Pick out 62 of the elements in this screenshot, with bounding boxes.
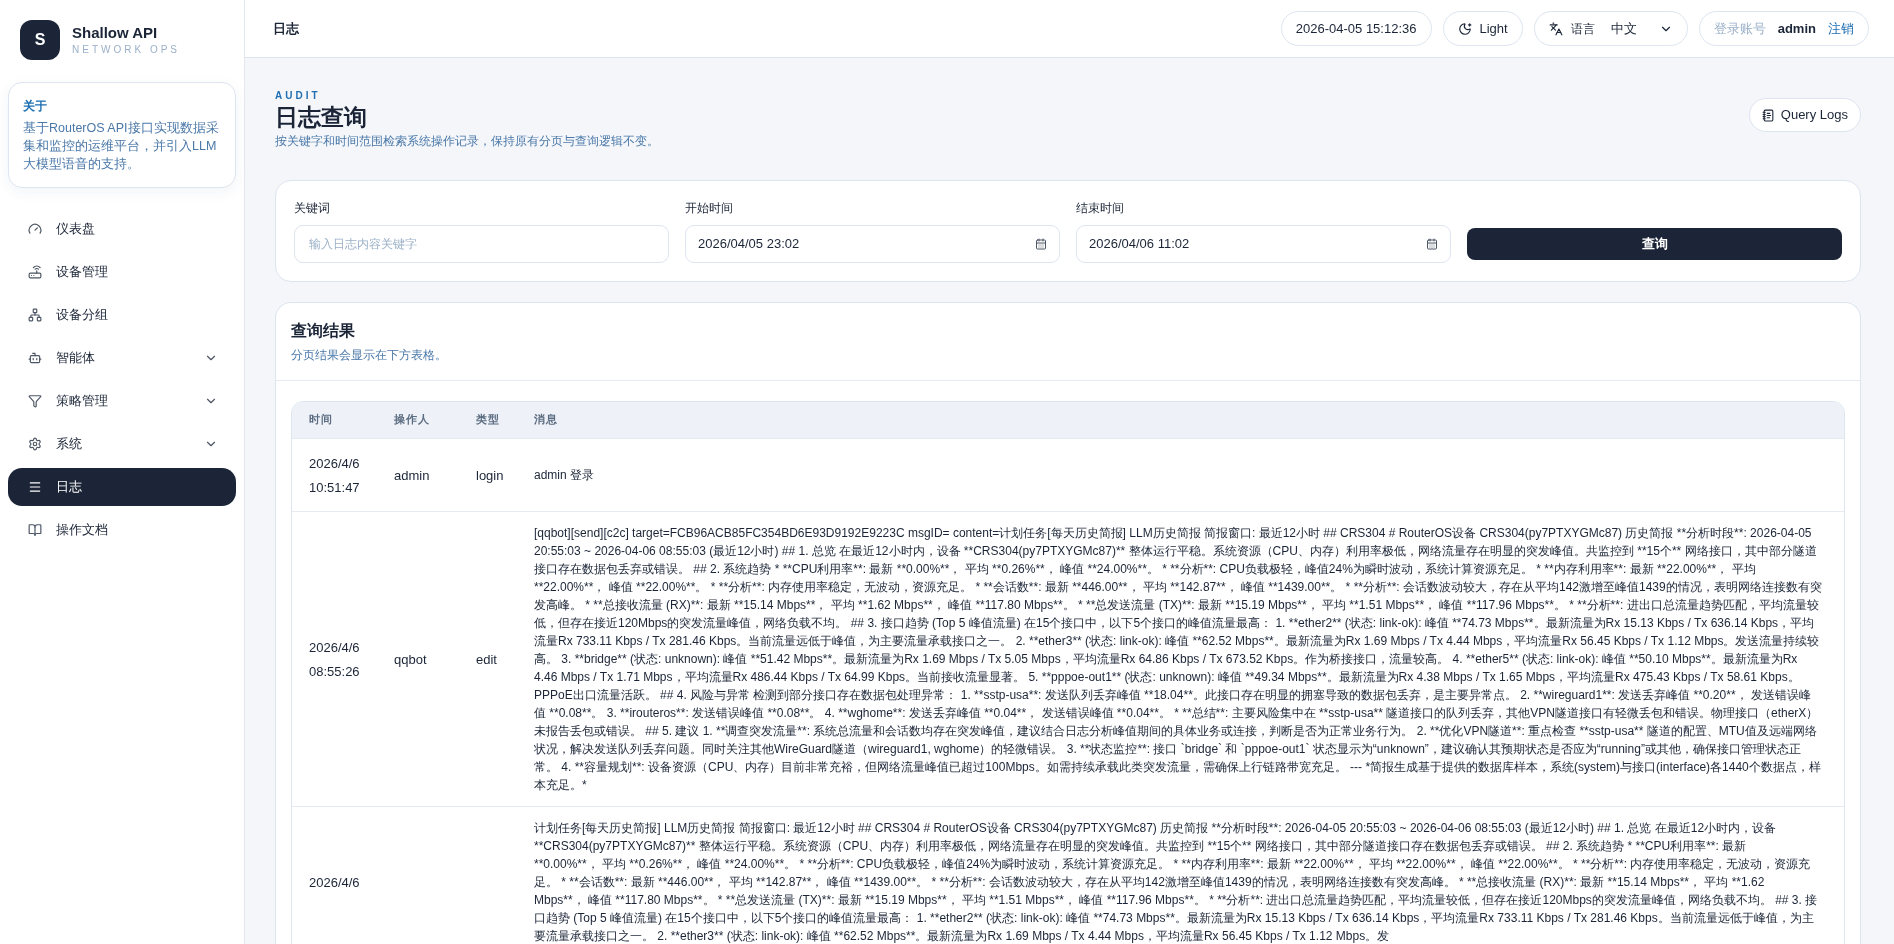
account-name: admin	[1777, 19, 1816, 38]
search-button[interactable]: 查询	[1467, 228, 1842, 260]
message-cell-text: admin 登录	[534, 466, 596, 484]
operator-cell: qqbot	[394, 651, 427, 667]
date-field[interactable]: 2026/04/05 23:02	[685, 225, 1060, 263]
nav-item[interactable]: 智能体	[8, 339, 236, 377]
brand-tagline: NETWORK OPS	[72, 43, 180, 57]
book-icon	[28, 523, 42, 537]
nav-item[interactable]: 系统	[8, 425, 236, 463]
nav-item[interactable]: 日志	[8, 468, 236, 506]
notebook-icon	[1761, 108, 1775, 122]
about-text: 基于RouterOS API接口实现数据采集和监控的运维平台，并引入LLM大模型语音的支持。	[23, 120, 220, 173]
language-value: 中文	[1610, 19, 1638, 38]
datetime-display: 2026-04-05 15:12:36	[1280, 11, 1432, 46]
settings-icon	[28, 437, 42, 451]
keyword-field[interactable]: 输入日志内容关键字	[294, 225, 669, 263]
field-label: 关键词	[294, 200, 331, 217]
page-subtitle: 按关键字和时间范围检索系统操作记录，保持原有分页与查询逻辑不变。	[275, 133, 660, 150]
operator-cell: admin	[394, 467, 430, 483]
robot-icon	[28, 351, 42, 365]
type-cell: login	[476, 467, 504, 483]
filter-icon	[28, 394, 42, 408]
menu-icon	[28, 480, 42, 494]
field-label: 开始时间	[685, 200, 734, 217]
gauge-icon	[28, 222, 42, 236]
column-header: 类型	[476, 402, 534, 439]
nav-item[interactable]: 设备管理	[8, 253, 236, 291]
theme-toggle[interactable]: Light	[1442, 11, 1523, 46]
logout-link[interactable]: 注销	[1828, 18, 1854, 39]
page-eyebrow: AUDIT	[275, 90, 322, 102]
message-cell-text: 计划任务[每天历史简报] LLM历史简报 简报窗口: 最近12小时 ## CRS304 # RouterOS设备 CRS304(py7PTXYGMc87) 历史简报 **分析时段**: 2026-04-05 20:55:03 ~ 2026-04-06 08:55:03 (最近12小时) ## 1. 总览 在最近12小时内，设备 **CRS304(py7PTXYGMc87)** 整体运行平稳。系统资源（CPU、内存）利用率极低，网络流量存在明显的突发峰值。共监控到 **15个** 网络接口，其中部分隧道接口存在数据包丢弃或错误。 ## 2. 系统趋势 * **CPU利用率**: 最新 **0.00%**， 平均 **0.26%**， 峰值 **24.00%**。 * **分析**: CPU负载极轻，峰值24%为瞬时波动，系统计算资源充足。 * **内存利用率**: 最新 **22.00%**， 平均 **22.00%**， 峰值 **22.00%**。 * **分析**: 内存使用率稳定，无波动，资源充足。 * **会话数**: 最新 **446.00**， 平均 **142.87**， 峰值 **1439.00**。 * **分析**: 会话数波动较大，存在从平均142激增至峰值1439的情况，表明网络连接数有突发高峰。 * **总接收流量 (RX)**: 最新 **15.14 Mbps**， 平均 **1.62 Mbps**， 峰值 **117.80 Mbps**。 * **总发送流量 (TX)**: 最新 **15.19 Mbps**， 平均 **1.51 Mbps**， 峰值 **117.96 Mbps**。 * **分析**: 进出口总流量趋势匹配，平均流量较低，但存在接近120Mbps的突发流量峰值，网络负载不均。 ## 3. 接口趋势 (Top 5 峰值流量) 在15个接口中，以下5个接口的峰值流量最高： 1. **ether2** (状态: link-ok): 峰值 **74.73 Mbps**。最新流量为Rx 15.13 Kbps / Tx 636.14 Kbps，平均流量Rx 733.11 Kbps / Tx 281.46 Kbps。当前流量远低于峰值，为主要流量承载接口之一。 2. **ether3** (状态: link-ok): 峰值 **62.52 Mbps**。最新流量为Rx 1.69 Mbps / Tx 4.44 Mbps，平均流量Rx 56.45 Kbps / Tx 1.12 Mbps。发	[534, 819, 1819, 944]
date-field[interactable]: 2026/04/06 11:02	[1076, 225, 1451, 263]
message-cell-text: [qqbot][send][c2c] target=FCB96ACB85FC354BD6E93D9192E9223C msgID= content=计划任务[每天历史简报] LLM历史简报 简报窗口: 最近12小时 ## CRS304 # RouterOS设备 CRS304(py7PTXYGMc87) 历史简报 **分析时段**: 2026-04-05 20:55:03 ~ 2026-04-06 08:55:03 (最近12小时) ## 1. 总览 在最近12小时内，设备 **CRS304(py7PTXYGMc87)** 整体运行平稳。系统资源（CPU、内存）利用率极低，网络流量存在明显的突发峰值。共监控到 **15个** 网络接口，其中部分隧道接口存在数据包丢弃或错误。 ## 2. 系统趋势 * **CPU利用率**: 最新 **0.00%**， 平均 **0.26%**， 峰值 **24.00%**。 * **分析**: CPU负载极轻，峰值24%为瞬时波动，系统计算资源充足。 * **内存利用率**: 最新 **22.00%**， 平均 **22.00%**， 峰值 **22.00%**。 * **分析**: 内存使用率稳定，无波动，资源充足。 * **会话数**: 最新 **446.00**， 平均 **142.87**， 峰值 **1439.00**。 * **分析**: 会话数波动较大，存在从平均142激增至峰值1439的情况，表明网络连接数有突发高峰。 * **总接收流量 (RX)**: 最新 **15.14 Mbps**， 平均 **1.62 Mbps**， 峰值 **117.80 Mbps**。 * **总发送流量 (TX)**: 最新 **15.19 Mbps**， 平均 **1.51 Mbps**， 峰值 **117.96 Mbps**。 * **分析**: 进出口总流量趋势匹配，平均流量较低，但存在接近120Mbps的突发流量峰值，网络负载不均。 ## 3. 接口趋势 (Top 5 峰值流量) 在15个接口中，以下5个接口的峰值流量最高： 1. **ether2** (状态: link-ok): 峰值 **74.73 Mbps**。最新流量为Rx 15.13 Kbps / Tx 636.14 Kbps，平均流量Rx 733.11 Kbps / Tx 281.46 Kbps。当前流量远低于峰值，为主要流量承载接口之一。 2. **ether3** (状态: link-ok): 峰值 **62.52 Mbps**。最新流量为Rx 1.69 Mbps / Tx 4.44 Mbps，平均流量Rx 56.45 Kbps / Tx 1.12 Mbps。发送流量持续较高。 3. **bridge** (状态: unknown): 峰值 **51.42 Mbps**。最新流量为Rx 1.69 Mbps / Tx 5.05 Mbps，平均流量Rx 64.86 Kbps / Tx 673.52 Kbps。作为桥接接口，流量较高。 4. **ether5** (状态: link-ok): 峰值 **50.10 Mbps**。最新流量为Rx 4.46 Mbps / Tx 1.71 Mbps，平均流量Rx 486.44 Kbps / Tx 64.99 Kbps。当前接收流量显著。 5. **pppoe-out1** (状态: unknown): 峰值 **49.34 Mbps**。最新流量为Rx 4.38 Mbps / Tx 1.65 Mbps，平均流量Rx 475.43 Kbps / Tx 58.61 Kbps。PPPoE出口流量活跃。 ## 4. 风险与异常 检测到部分接口存在数据包处理异常： 1. **sstp-usa**: 发送队列丢弃峰值 **18.04**。此接口存在明显的拥塞导致的数据包丢弃，是主要异常点。 2. **wireguard1**: 发送丢弃峰值 **0.20**， 发送错误峰值 **0.08**。 3. **irouteros**: 发送错误峰值 **0.08**。 4. **wghome**: 发送丢弃峰值 **0.04**， 发送错误峰值 **0.04**。 * **总结**: 主要风险集中在 **sstp-usa** 隧道接口的队列丢弃，其他VPN隧道接口有轻微丢包和错误。物理接口（etherX）未报告丢包或错误。 ## 5. 建议 1. **调查突发流量**: 系统总流量和会话数均存在突发峰值，建议结合日志分析峰值期间的具体业务或连接，判断是否为正常业务行为。 2. **优化VPN隧道**: 重点检查 **sstp-usa** 隧道的配置、MTU值及远端网络状况，解决发送队列丢弃问题。同时关注其他WireGuard隧道（wireguard1, wghome）的轻微错误。 3. **状态监控**: 接口 `bridge` 和 `pppoe-out1` 状态显示为“unknown”，建议确认其预期状态是否应为“running”或其他，确保接口管理状态正常。 4. **容量规划**: 设备资源（CPU、内存）目前非常充裕，但网络流量峰值已超过100Mbps。如需持续承载此类突发流量，需确保上行链路带宽充足。 --- *简报生成基于提供的数据库样本，系统(system)与接口(interface)各1440个数据点，样本充足。*	[534, 524, 1822, 794]
about-title: 关于	[23, 98, 48, 115]
time-cell: 2026/4/6 10:51:47	[309, 455, 360, 495]
column-header: 消息	[534, 402, 1844, 439]
type-cell: edit	[476, 651, 497, 667]
page-title: 日志查询	[275, 103, 368, 132]
column-header: 时间	[292, 402, 394, 439]
translate-icon	[1548, 21, 1563, 36]
calendar-icon	[1035, 238, 1047, 250]
header-title: 日志	[273, 19, 300, 38]
query-logs-button[interactable]: Query Logs	[1748, 98, 1861, 132]
moon-icon	[1457, 21, 1472, 36]
results-subtitle: 分页结果会显示在下方表格。	[291, 348, 448, 363]
field-label: 结束时间	[1076, 200, 1125, 217]
language-label: 语言	[1570, 20, 1595, 38]
time-cell: 2026/4/6 08:55:26	[309, 639, 360, 679]
column-header: 操作人	[394, 402, 476, 439]
network-icon	[28, 308, 42, 322]
time-cell: 2026/4/6	[309, 874, 360, 890]
calendar-icon	[1426, 238, 1438, 250]
account-label: 登录账号	[1713, 19, 1766, 38]
nav-item[interactable]: 仪表盘	[8, 210, 236, 248]
language-select[interactable]: 语言 中文	[1533, 11, 1688, 46]
nav-item[interactable]: 设备分组	[8, 296, 236, 334]
logo: S	[20, 20, 60, 60]
nav-item[interactable]: 操作文档	[8, 511, 236, 549]
results-title: 查询结果	[291, 321, 356, 341]
nav-item[interactable]: 策略管理	[8, 382, 236, 420]
brand-name: Shallow API	[72, 23, 159, 43]
router-icon	[28, 265, 42, 279]
